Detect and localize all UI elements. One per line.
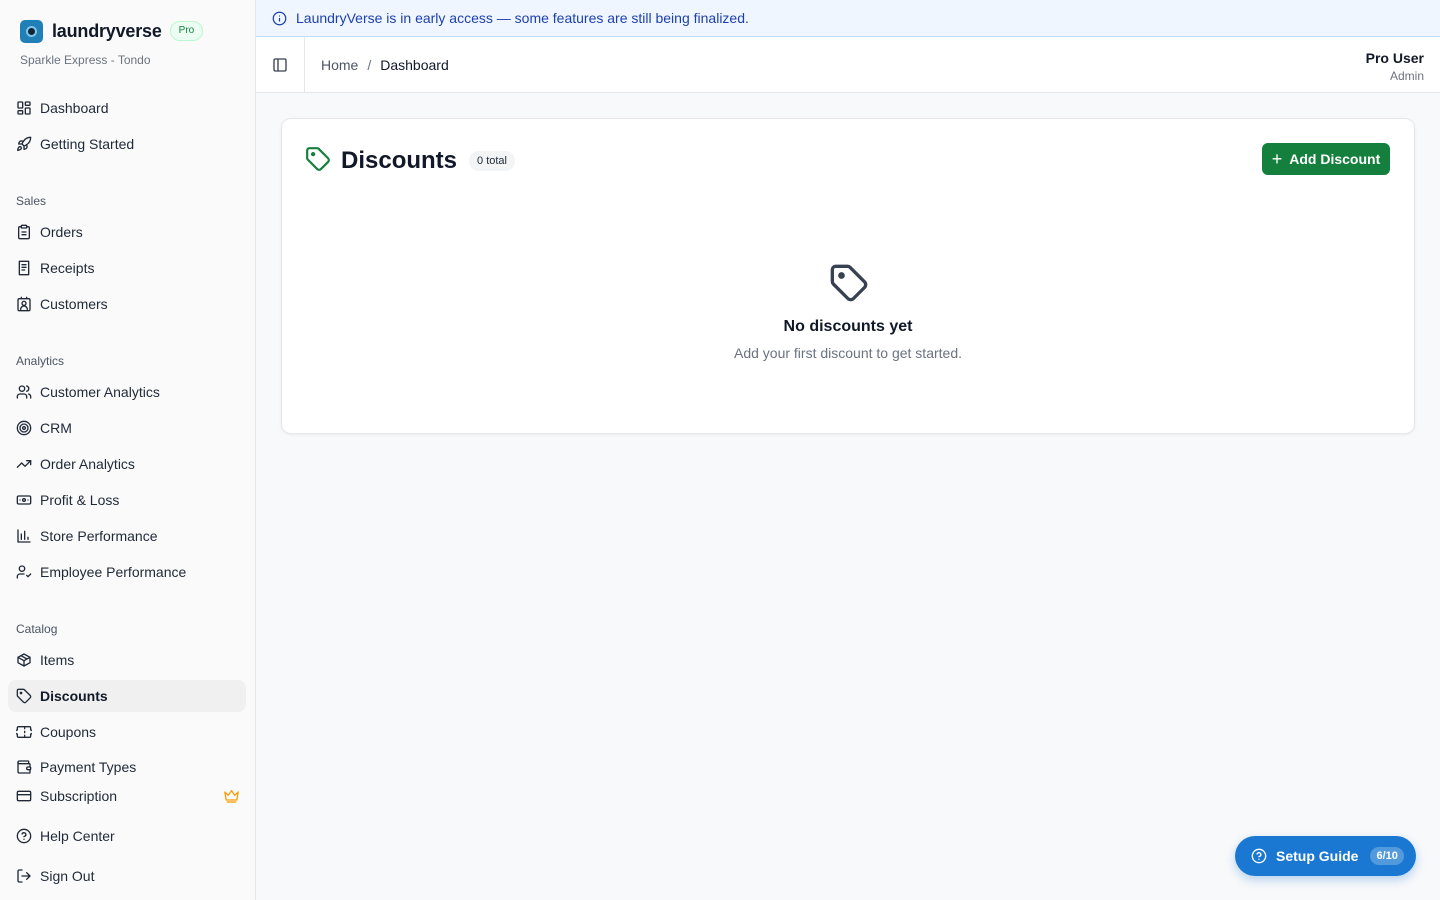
help-circle-icon bbox=[1251, 848, 1267, 864]
receipt-icon bbox=[16, 260, 32, 276]
sidebar-item-order-analytics[interactable]: Order Analytics bbox=[8, 448, 246, 480]
credit-card-icon bbox=[16, 788, 32, 804]
section-label-analytics: Analytics bbox=[16, 354, 65, 368]
wallet-icon bbox=[16, 759, 32, 775]
sidebar-item-label: Receipts bbox=[40, 260, 95, 276]
sidebar-item-label: Payment Types bbox=[40, 759, 137, 775]
page-title: Discounts bbox=[341, 146, 458, 174]
breadcrumb: Home / Dashboard bbox=[321, 37, 449, 93]
add-discount-label: Add Discount bbox=[1289, 151, 1381, 167]
sidebar-item-label: CRM bbox=[40, 420, 72, 436]
discounts-card: Discounts 0 total + Add Discount No disc… bbox=[281, 118, 1415, 434]
plan-badge: Pro bbox=[169, 21, 204, 41]
sidebar-item-label: Profit & Loss bbox=[40, 492, 120, 508]
empty-state-title: No discounts yet bbox=[783, 318, 913, 335]
rocket-icon bbox=[16, 136, 32, 152]
tag-icon bbox=[305, 146, 331, 175]
app-logo bbox=[20, 19, 43, 43]
sidebar-item-dashboard[interactable]: Dashboard bbox=[8, 92, 246, 124]
early-access-banner: LaundryVerse is in early access — some f… bbox=[256, 0, 1440, 37]
sidebar-item-coupons[interactable]: Coupons bbox=[8, 716, 246, 748]
sidebar-toggle-button[interactable] bbox=[256, 37, 305, 93]
banknote-icon bbox=[16, 492, 32, 508]
sidebar-item-label: Store Performance bbox=[40, 528, 158, 544]
sidebar-item-store-performance[interactable]: Store Performance bbox=[8, 520, 246, 552]
brand[interactable]: laundryverse Pro bbox=[20, 19, 204, 43]
layout-dashboard-icon bbox=[16, 100, 32, 116]
bar-chart-icon bbox=[16, 528, 32, 544]
sidebar-item-label: Customers bbox=[40, 296, 108, 312]
sidebar-item-label: Sign Out bbox=[40, 868, 95, 884]
user-name: Pro User bbox=[1365, 50, 1424, 66]
user-check-icon bbox=[16, 564, 32, 580]
help-circle-icon bbox=[16, 828, 32, 844]
breadcrumb-separator: / bbox=[367, 57, 372, 73]
user-role: Admin bbox=[1389, 69, 1424, 83]
add-discount-button[interactable]: + Add Discount bbox=[1262, 143, 1390, 175]
target-icon bbox=[16, 420, 32, 436]
sidebar-item-label: Coupons bbox=[40, 724, 97, 740]
sidebar-item-label: Customer Analytics bbox=[40, 384, 160, 400]
contact-icon bbox=[16, 296, 32, 312]
section-label-sales: Sales bbox=[16, 194, 47, 208]
log-out-icon bbox=[16, 868, 32, 884]
sidebar-item-customer-analytics[interactable]: Customer Analytics bbox=[8, 376, 246, 408]
clipboard-icon bbox=[16, 224, 32, 240]
sidebar-item-crm[interactable]: CRM bbox=[8, 412, 246, 444]
store-name: Sparkle Express - Tondo bbox=[20, 53, 151, 67]
setup-guide-label: Setup Guide bbox=[1276, 848, 1359, 864]
tag-icon bbox=[829, 263, 869, 303]
sidebar: laundryverse Pro Sparkle Express - Tondo… bbox=[0, 0, 256, 900]
banner-text: LaundryVerse is in early access — some f… bbox=[296, 10, 749, 26]
panel-left-icon bbox=[273, 58, 287, 72]
sidebar-item-items[interactable]: Items bbox=[8, 644, 246, 676]
empty-state-subtitle: Add your first discount to get started. bbox=[733, 345, 962, 361]
sidebar-item-label: Orders bbox=[40, 224, 83, 240]
sidebar-item-help-center[interactable]: Help Center bbox=[8, 820, 246, 852]
sidebar-item-label: Help Center bbox=[40, 828, 115, 844]
plus-icon: + bbox=[1271, 149, 1283, 169]
sidebar-item-label: Dashboard bbox=[40, 100, 109, 116]
sidebar-item-customers[interactable]: Customers bbox=[8, 288, 246, 320]
sidebar-item-label: Employee Performance bbox=[40, 564, 187, 580]
card-header: Discounts 0 total bbox=[305, 146, 515, 175]
setup-guide-progress: 6/10 bbox=[1370, 847, 1404, 865]
breadcrumb-current: Dashboard bbox=[380, 57, 449, 73]
setup-guide-button[interactable]: Setup Guide 6/10 bbox=[1235, 836, 1416, 876]
sidebar-item-payment-types[interactable]: Payment Types bbox=[8, 752, 246, 776]
sidebar-item-label: Discounts bbox=[40, 688, 108, 704]
sidebar-item-employee-performance[interactable]: Employee Performance bbox=[8, 556, 246, 588]
users-icon bbox=[16, 384, 32, 400]
trending-up-icon bbox=[16, 456, 32, 472]
section-label-catalog: Catalog bbox=[16, 622, 58, 636]
sidebar-item-label: Subscription bbox=[40, 788, 118, 804]
sidebar-item-subscription[interactable]: Subscription bbox=[8, 780, 246, 812]
package-icon bbox=[16, 652, 32, 668]
top-header: Home / Dashboard Pro User Admin bbox=[256, 37, 1440, 93]
user-menu[interactable]: Pro User Admin bbox=[1366, 50, 1424, 83]
sidebar-item-label: Order Analytics bbox=[40, 456, 135, 472]
ticket-icon bbox=[16, 724, 32, 740]
sidebar-item-sign-out[interactable]: Sign Out bbox=[8, 860, 246, 892]
tag-icon bbox=[16, 688, 32, 704]
sidebar-item-discounts[interactable]: Discounts bbox=[8, 680, 246, 712]
count-badge: 0 total bbox=[469, 150, 515, 171]
crown-icon bbox=[224, 790, 239, 803]
sidebar-item-profit-loss[interactable]: Profit & Loss bbox=[8, 484, 246, 516]
app-name: laundryverse bbox=[52, 20, 162, 41]
info-icon bbox=[272, 11, 287, 25]
sidebar-item-getting-started[interactable]: Getting Started bbox=[8, 128, 246, 160]
sidebar-item-receipts[interactable]: Receipts bbox=[8, 252, 246, 284]
sidebar-item-label: Getting Started bbox=[40, 136, 135, 152]
sidebar-item-orders[interactable]: Orders bbox=[8, 216, 246, 248]
breadcrumb-home[interactable]: Home bbox=[321, 57, 358, 73]
sidebar-item-label: Items bbox=[40, 652, 75, 668]
